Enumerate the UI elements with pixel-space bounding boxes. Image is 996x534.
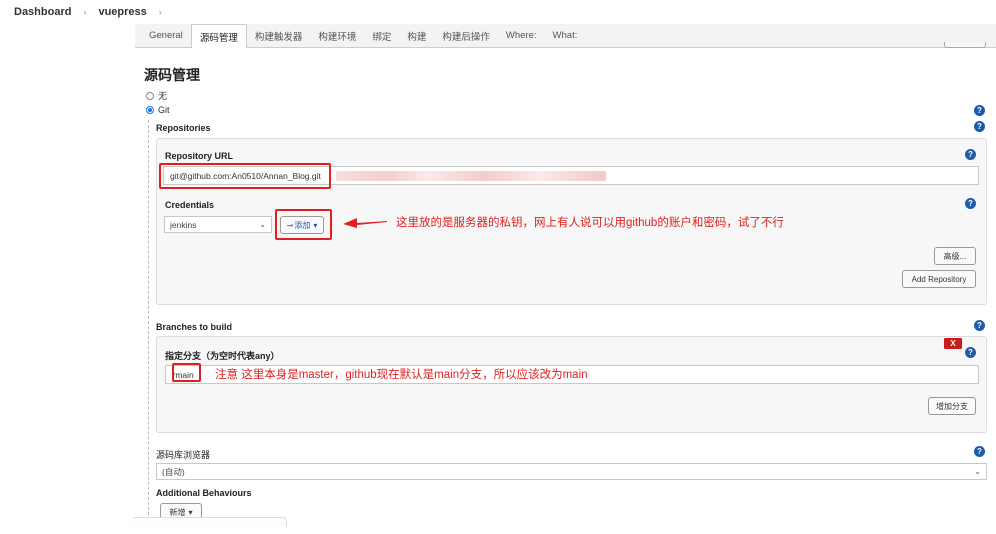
scm-option-none[interactable]: 无 [146, 89, 167, 102]
add-branch-button[interactable]: 增加分支 [928, 397, 976, 415]
delete-branch-button[interactable]: X [944, 338, 962, 349]
credentials-label: Credentials [165, 200, 215, 210]
branch-annotation: 注意 这里本身是master，github现在默认是main分支，所以应该改为m… [215, 369, 588, 381]
branches-label: Branches to build [156, 322, 233, 332]
caret-down-icon: ▾ [188, 507, 193, 517]
branch-specifier-help-icon[interactable]: ? [965, 347, 976, 358]
repository-browser-label: 源码库浏览器 [156, 450, 211, 460]
branches-help-icon[interactable]: ? [974, 320, 985, 331]
breadcrumb: Dashboard › vuepress › [0, 0, 996, 24]
tab-where[interactable]: Where: [498, 24, 545, 47]
breadcrumb-vuepress[interactable]: vuepress [98, 6, 146, 18]
branch-panel [156, 336, 987, 433]
repository-browser-select[interactable]: (自动) ⌄ [156, 463, 987, 480]
tab-bindings[interactable]: 绑定 [364, 24, 399, 47]
redacted-region [336, 171, 606, 181]
tab-post-build-actions[interactable]: 构建后操作 [434, 24, 498, 47]
annotation-arrow-icon [343, 218, 387, 228]
advanced-button[interactable]: 高级... [934, 247, 976, 265]
tab-build-triggers[interactable]: 构建触发器 [247, 24, 311, 47]
bottom-toolbar-edge [133, 517, 287, 527]
section-title: 源码管理 [144, 67, 200, 83]
tab-general[interactable]: General [141, 24, 191, 47]
credentials-button-highlight [275, 209, 332, 240]
scm-option-git[interactable]: Git [146, 105, 170, 115]
repository-browser-value: (自动) [162, 466, 185, 477]
repository-browser-help-icon[interactable]: ? [974, 446, 985, 457]
tab-build[interactable]: 构建 [399, 24, 434, 47]
repository-url-label: Repository URL [165, 151, 234, 161]
credentials-help-icon[interactable]: ? [965, 198, 976, 209]
scm-option-git-label: Git [158, 105, 170, 115]
git-help-icon[interactable]: ? [974, 105, 985, 116]
credentials-select[interactable]: jenkins ⌄ [164, 216, 272, 233]
scm-option-none-label: 无 [158, 91, 168, 101]
add-repository-button[interactable]: Add Repository [902, 270, 976, 288]
config-tab-bar: General 源码管理 构建触发器 构建环境 绑定 构建 构建后操作 Wher… [135, 24, 996, 48]
repository-url-help-icon[interactable]: ? [965, 149, 976, 160]
additional-behaviours-label: Additional Behaviours [156, 488, 252, 498]
nesting-guide-line [148, 120, 149, 520]
chevron-down-icon: ⌄ [974, 467, 981, 476]
repository-url-highlight [159, 163, 331, 189]
chevron-down-icon: ⌄ [259, 220, 266, 229]
repositories-help-icon[interactable]: ? [974, 121, 985, 132]
breadcrumb-dashboard[interactable]: Dashboard [14, 6, 71, 18]
radio-git-icon[interactable] [146, 106, 154, 114]
repositories-label: Repositories [156, 123, 211, 133]
hidden-button-edge[interactable] [944, 42, 986, 48]
breadcrumb-separator-icon: › [83, 7, 87, 17]
radio-none-icon[interactable] [146, 91, 154, 100]
tab-what[interactable]: What: [545, 24, 586, 47]
breadcrumb-chevron-icon[interactable]: › [159, 7, 162, 17]
tab-build-environment[interactable]: 构建环境 [310, 24, 364, 47]
tab-source-code-management[interactable]: 源码管理 [190, 24, 247, 48]
credentials-select-value: jenkins [170, 219, 197, 230]
branch-specifier-label: 指定分支（为空时代表any） [165, 351, 280, 361]
credentials-annotation: 这里放的是服务器的私钥，网上有人说可以用github的账户和密码，试了不行 [396, 217, 784, 229]
add-behaviour-label: 新增 [169, 507, 186, 517]
branch-value-highlight [172, 363, 201, 382]
